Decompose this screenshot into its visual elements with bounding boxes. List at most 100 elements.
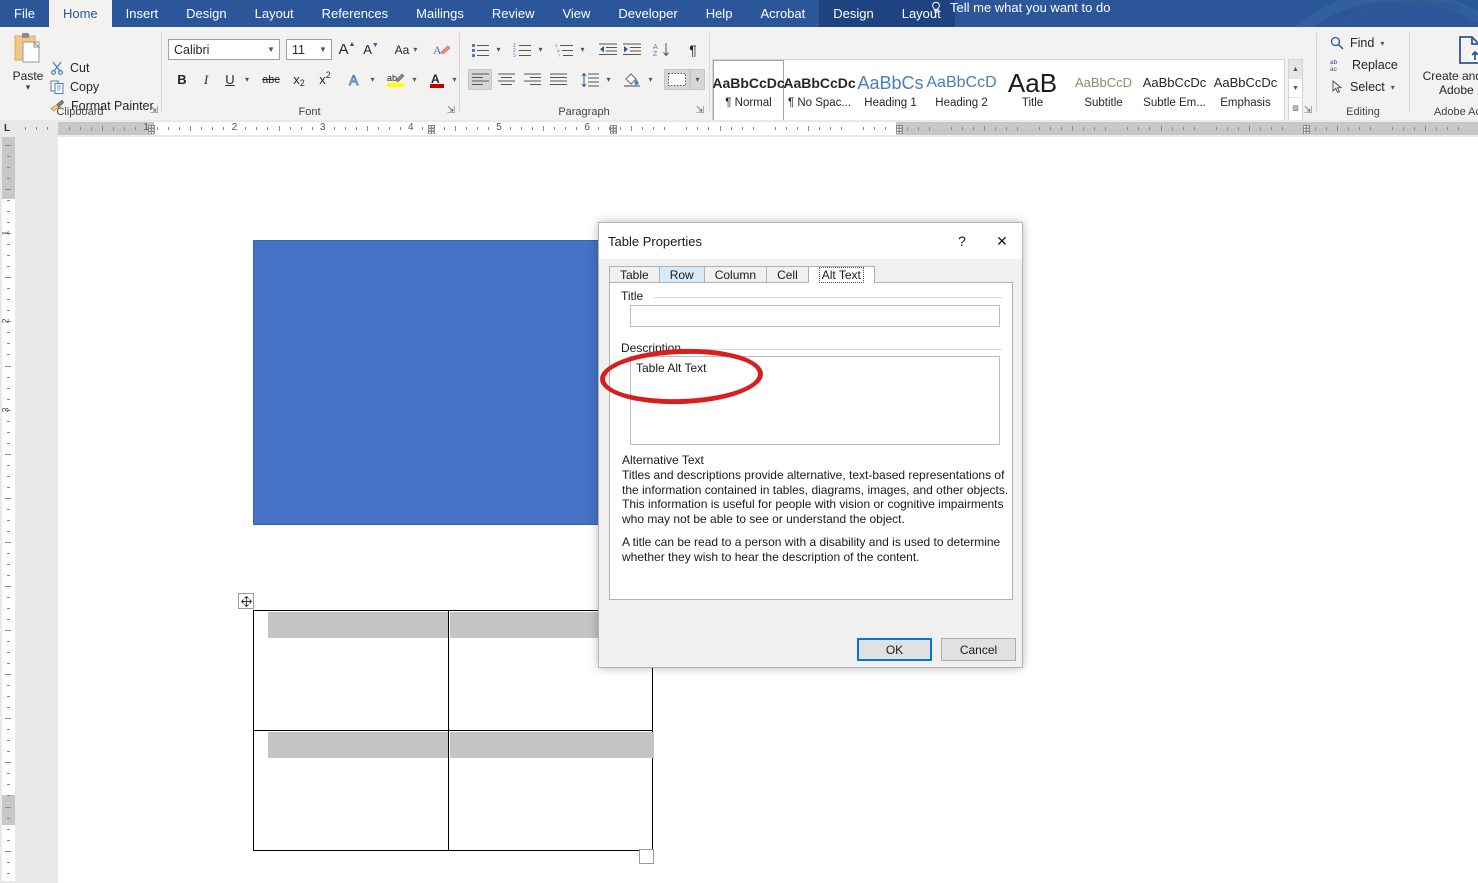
paste-dropdown-caret[interactable]: ▾ [6,83,50,92]
show-formatting-marks-button[interactable]: ¶ [682,39,704,60]
document-table[interactable] [253,610,654,851]
style-item-2[interactable]: AaBbCѕ Heading 1 [855,60,926,121]
ruler-tab-stop-2[interactable] [610,123,617,134]
bullets-dropdown[interactable]: ▾ [492,39,505,60]
style-item-6[interactable]: AaBbCcDc Subtle Em... [1139,60,1210,121]
table-properties-dialog[interactable]: Table Properties ? ✕ Table Row Column Cell A… [598,222,1023,668]
dialog-tab-table[interactable]: Table [609,266,660,283]
select-button[interactable]: Select ▾ [1330,80,1395,94]
text-highlight-color-button[interactable]: ab [384,69,408,90]
create-and-share-adobe-pdf-button[interactable]: Create and Share Adobe PDF [1410,35,1478,97]
sort-button[interactable]: AZ [650,39,674,60]
copy-button[interactable]: Copy [50,80,99,94]
strikethrough-button[interactable]: abc [258,69,284,90]
question-mark-icon[interactable]: ? [942,223,982,259]
paste-button[interactable]: Paste ▾ [6,31,50,92]
ribbon-tab-review-7[interactable]: Review [478,0,549,27]
multilevel-list-button[interactable]: 1ai [552,39,576,60]
ribbon-tab-insert-2[interactable]: Insert [112,0,173,27]
ribbon-tab-design-12[interactable]: Design [819,0,888,27]
ribbon-tab-references-5[interactable]: References [308,0,402,27]
dialog-tab-alt-text[interactable]: Alt Text [807,266,875,283]
shading-dropdown[interactable]: ▾ [644,69,657,90]
style-item-3[interactable]: AaBbCcD Heading 2 [926,60,997,121]
chevron-down-icon[interactable]: ▼ [263,45,279,54]
underline-button[interactable]: U [220,69,240,90]
ribbon-tab-developer-9[interactable]: Developer [604,0,691,27]
styles-scroll-up-icon[interactable]: ▲ [1289,60,1302,79]
borders-button[interactable] [664,69,690,90]
font-dialog-launcher[interactable]: ⇲ [445,105,457,117]
table-resize-handle[interactable] [639,849,654,864]
highlight-dropdown[interactable]: ▾ [408,69,421,90]
ribbon-tab-layout-4[interactable]: Layout [241,0,308,27]
dialog-tabs[interactable]: Table Row Column Cell Alt Text [609,265,875,283]
styles-scroll-down-icon[interactable]: ▼ [1289,79,1302,98]
underline-dropdown[interactable]: ▾ [240,69,254,90]
style-item-4[interactable]: AaB Title [997,60,1068,121]
increase-indent-button[interactable] [620,39,644,60]
ribbon-tab-view-8[interactable]: View [548,0,604,27]
ribbon-tab-acrobat-11[interactable]: Acrobat [746,0,819,27]
tab-stop-selector[interactable]: L [4,123,10,134]
styles-more-icon[interactable]: ▧ [1289,98,1302,117]
clipboard-dialog-launcher[interactable]: ⇲ [148,105,160,117]
select-dropdown-caret[interactable]: ▾ [1391,83,1395,92]
ribbon-tab-file-0[interactable]: File [0,0,49,27]
justify-button[interactable] [546,69,570,90]
ribbon-tab-mailings-6[interactable]: Mailings [402,0,478,27]
font-color-button[interactable]: A [426,69,448,90]
style-item-1[interactable]: AaBbCcDc ¶ No Spac... [783,60,855,121]
shrink-font-button[interactable]: A ▼ [360,39,382,60]
subscript-button[interactable]: x2 [288,69,310,90]
close-icon[interactable]: ✕ [982,223,1022,259]
dialog-tab-row[interactable]: Row [658,266,705,283]
styles-dialog-launcher[interactable]: ⇲ [1302,105,1314,117]
style-item-7[interactable]: AaBbCcDc Emphasis [1210,60,1281,121]
find-dropdown-caret[interactable]: ▾ [1380,39,1384,48]
text-effects-button[interactable]: A [344,69,366,90]
ruler-tab-stop-1[interactable] [428,123,435,134]
borders-dropdown[interactable]: ▾ [690,69,705,90]
style-item-5[interactable]: AaBbCcD Subtitle [1068,60,1139,121]
vertical-ruler[interactable] [0,137,17,883]
tell-me-box[interactable]: Tell me what you want to do [915,0,1110,15]
ruler-tab-stop-4[interactable] [1303,123,1310,134]
grow-font-button[interactable]: A ▲ [336,39,358,60]
line-spacing-button[interactable] [578,69,602,90]
replace-button[interactable]: ab ac Replace [1330,58,1398,72]
line-spacing-dropdown[interactable]: ▾ [602,69,615,90]
chevron-down-icon[interactable]: ▼ [315,45,331,54]
decrease-indent-button[interactable] [596,39,620,60]
cut-button[interactable]: Cut [50,61,89,75]
numbering-dropdown[interactable]: ▾ [534,39,547,60]
find-button[interactable]: Find ▾ [1330,36,1384,50]
change-case-button[interactable]: Aa ▾ [390,39,422,60]
bullets-button[interactable] [468,39,492,60]
styles-gallery[interactable]: AaBbCcDc ¶ Normal AaBbCcDc ¶ No Spac... AaBb… [712,59,1285,122]
font-size-combo[interactable]: 11 ▼ [286,39,332,60]
multilevel-dropdown[interactable]: ▾ [576,39,589,60]
ribbon-tab-home-1[interactable]: Home [48,0,112,27]
align-center-button[interactable] [494,69,518,90]
ok-button[interactable]: OK [857,638,932,661]
dialog-tab-column[interactable]: Column [703,266,768,283]
table-grid[interactable] [253,610,654,851]
align-right-button[interactable] [520,69,544,90]
style-item-0[interactable]: AaBbCcDc ¶ Normal [713,60,785,121]
paragraph-dialog-launcher[interactable]: ⇲ [694,105,706,117]
ribbon-tab-design-3[interactable]: Design [172,0,240,27]
italic-button[interactable]: I [196,69,216,90]
shading-button[interactable] [620,69,644,90]
table-move-handle[interactable] [238,593,254,609]
align-left-button[interactable] [468,69,492,90]
text-effects-dropdown[interactable]: ▾ [366,69,379,90]
font-name-combo[interactable]: Calibri ▼ [168,39,280,60]
numbering-button[interactable]: 123 [510,39,534,60]
clear-formatting-button[interactable]: A [430,39,452,60]
ruler-tab-stop-0[interactable] [148,123,155,134]
bold-button[interactable]: B [172,69,192,90]
ribbon-tab-help-10[interactable]: Help [692,0,747,27]
styles-gallery-scrollbar[interactable]: ▲ ▼ ▧ [1288,59,1303,122]
superscript-button[interactable]: x2 [314,69,336,90]
